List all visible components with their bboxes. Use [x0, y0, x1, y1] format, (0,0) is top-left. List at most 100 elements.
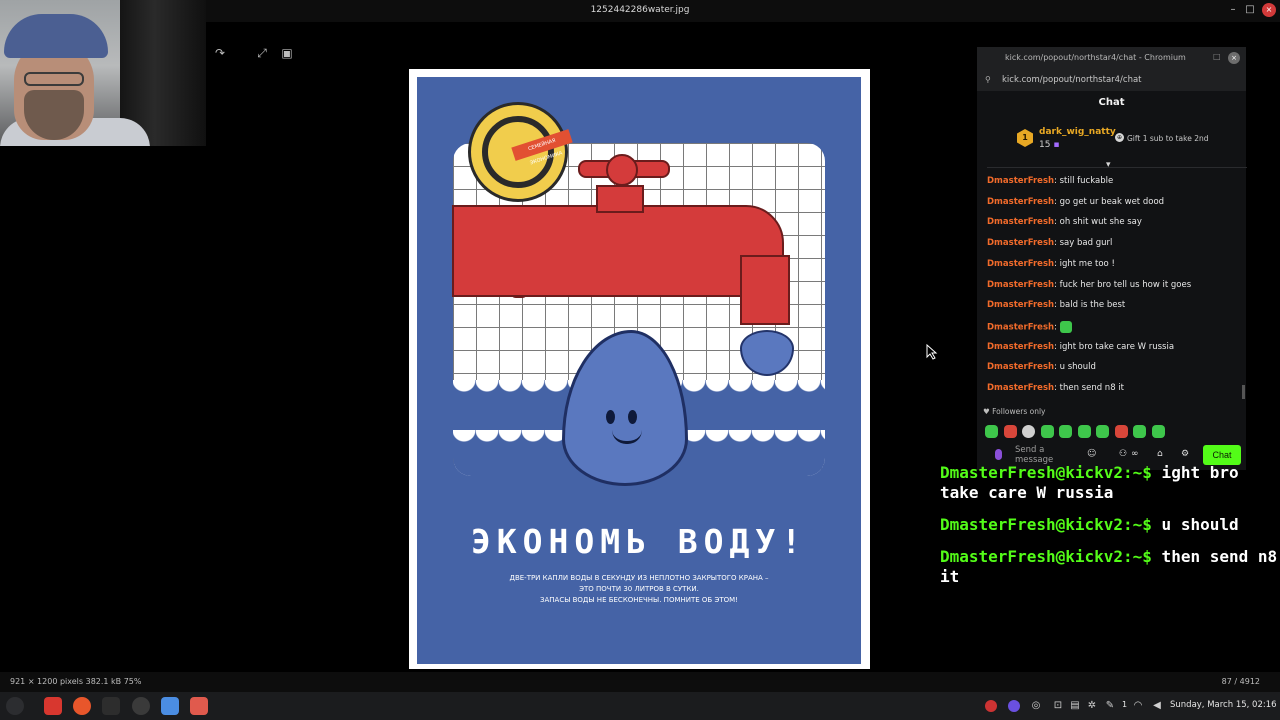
menu-icon[interactable] — [6, 697, 24, 715]
message-text: : ight bro take care W russia — [1054, 341, 1175, 352]
chat-message[interactable]: DmasterFresh: ight bro take care W russi… — [987, 342, 1174, 358]
files-icon[interactable] — [44, 697, 62, 715]
gift-sub-icon: ⊕ — [1115, 133, 1124, 142]
browser-icon[interactable] — [73, 697, 91, 715]
chat-message[interactable]: DmasterFresh: say bad gurl — [987, 238, 1112, 254]
maximize-icon[interactable]: □ — [1243, 3, 1257, 17]
followers-only-label: Followers only — [992, 407, 1046, 416]
volume-icon[interactable]: ◀ — [1151, 700, 1163, 712]
page-counter: 87 / 4912 — [1221, 677, 1260, 686]
chat-message[interactable]: DmasterFresh: go get ur beak wet dood — [987, 197, 1164, 213]
chat-minimize-icon[interactable]: □ — [1213, 52, 1223, 62]
emote-icon[interactable] — [1003, 425, 1017, 438]
clock[interactable]: Sunday, March 15, 02:16 — [1170, 700, 1277, 710]
tap-knob — [606, 154, 638, 186]
screen: { "viewer": { "title": "1252442286water.… — [0, 0, 1280, 720]
message-username[interactable]: DmasterFresh — [987, 300, 1054, 310]
discord-icon[interactable] — [1008, 700, 1020, 712]
message-username[interactable]: DmasterFresh — [987, 238, 1054, 248]
emoji-icon[interactable]: ☺ — [1087, 449, 1096, 459]
minimize-icon[interactable]: – — [1226, 3, 1240, 17]
chat-popout-window: kick.com/popout/northstar4/chat - Chromi… — [977, 47, 1247, 470]
message-username[interactable]: DmasterFresh — [987, 280, 1054, 290]
emote-icon[interactable] — [985, 425, 998, 438]
bag-icon[interactable]: ⊡ — [1052, 700, 1064, 712]
leader-count: 15 ▪ — [1039, 140, 1059, 150]
message-text: : fuck her bro tell us how it goes — [1054, 279, 1192, 290]
terminal-prompt: DmasterFresh@kickv2:~$ — [940, 547, 1152, 566]
record-icon[interactable] — [985, 700, 997, 712]
emote-icon[interactable] — [1114, 425, 1128, 438]
store-icon[interactable]: ⌂ — [1157, 449, 1163, 459]
settings-tray-icon[interactable]: ✲ — [1086, 700, 1098, 712]
chat-message[interactable]: DmasterFresh: u should — [987, 362, 1096, 378]
obs-icon[interactable] — [132, 697, 150, 715]
close-icon[interactable]: × — [1262, 3, 1276, 17]
mouse-cursor-icon — [926, 344, 938, 360]
terminal-line: DmasterFresh@kickv2:~$ ight bro take car… — [940, 463, 1280, 503]
poster-heading: ЭКОНОМЬ ВОДУ! — [470, 522, 808, 561]
gift-icon: ▪ — [1053, 140, 1060, 150]
image-viewer-icon[interactable] — [190, 697, 208, 715]
emote-icon[interactable] — [1133, 425, 1146, 438]
message-username[interactable]: DmasterFresh — [987, 342, 1054, 352]
chat-message[interactable]: DmasterFresh: bald is the best — [987, 300, 1125, 316]
notification-count: 1 — [1122, 700, 1128, 709]
chromium-icon[interactable] — [161, 697, 179, 715]
message-username[interactable]: DmasterFresh — [987, 197, 1054, 207]
chat-message[interactable]: DmasterFresh: ight me too ! — [987, 259, 1115, 275]
message-username[interactable]: DmasterFresh — [987, 217, 1054, 227]
message-username[interactable]: DmasterFresh — [987, 383, 1054, 393]
terminal-line: DmasterFresh@kickv2:~$ u should — [940, 515, 1280, 535]
image-info: 921 × 1200 pixels 382.1 kB 75% — [10, 677, 142, 686]
message-text: : ight me too ! — [1054, 258, 1115, 269]
chat-titlebar: kick.com/popout/northstar4/chat - Chromi… — [977, 47, 1246, 69]
chat-header: Chat — [1098, 97, 1125, 108]
chat-message[interactable]: DmasterFresh: fuck her bro tell us how i… — [987, 280, 1191, 296]
emote-icon[interactable] — [1077, 425, 1091, 438]
emote-icon[interactable] — [1040, 425, 1054, 438]
terminal-prompt: DmasterFresh@kickv2:~$ — [940, 515, 1152, 534]
rotate-icon[interactable]: ↷ — [212, 45, 228, 61]
leader-count-value: 15 — [1039, 140, 1051, 150]
chat-message[interactable]: DmasterFresh: oh shit wut she say — [987, 217, 1142, 233]
chat-url[interactable]: kick.com/popout/northstar4/chat — [1002, 75, 1142, 85]
gear-icon[interactable]: ⚙ — [1181, 449, 1189, 459]
message-username[interactable]: DmasterFresh — [987, 322, 1054, 332]
notification-icon[interactable]: ✎ — [1104, 700, 1116, 712]
mic-icon[interactable] — [995, 449, 1002, 460]
chat-scrollbar[interactable] — [1242, 385, 1245, 399]
emote-icon[interactable] — [1022, 425, 1035, 438]
site-settings-icon[interactable]: ⚲ — [985, 75, 991, 84]
message-username[interactable]: DmasterFresh — [987, 259, 1054, 269]
wifi-icon[interactable]: ◠ — [1132, 700, 1144, 712]
steam-icon[interactable]: ◎ — [1030, 700, 1042, 712]
rank-medal-icon: 1 — [1017, 129, 1033, 147]
tap-body — [452, 205, 784, 297]
chat-input[interactable]: Send a message — [1015, 445, 1085, 465]
chat-message[interactable]: DmasterFresh: — [987, 320, 1072, 337]
chat-address-bar[interactable]: ⚲ kick.com/popout/northstar4/chat — [977, 69, 1246, 91]
chat-close-icon[interactable]: × — [1228, 52, 1240, 64]
leader-username[interactable]: dark_wig_natty — [1039, 127, 1116, 137]
message-username[interactable]: DmasterFresh — [987, 176, 1054, 186]
slideshow-icon[interactable]: ▣ — [279, 45, 295, 61]
terminal-text: u should — [1151, 515, 1239, 534]
collapse-pin-icon[interactable]: ▾ — [1106, 160, 1111, 170]
message-text: : then send n8 it — [1054, 383, 1125, 393]
chat-message[interactable]: DmasterFresh: still fuckable — [987, 176, 1113, 192]
emote-icon[interactable] — [1151, 425, 1165, 438]
emote-icon[interactable] — [1059, 425, 1072, 438]
terminal-icon[interactable] — [102, 697, 120, 715]
emote-icon[interactable] — [1096, 425, 1109, 438]
fullscreen-icon[interactable]: ⤢ — [254, 45, 270, 61]
send-chat-button[interactable]: Chat — [1203, 445, 1241, 465]
message-username[interactable]: DmasterFresh — [987, 362, 1054, 372]
users-icon[interactable]: ⚇ — [1119, 449, 1127, 459]
pinned-leaderboard[interactable]: 1 dark_wig_natty 15 ▪ ⊕ Gift 1 sub to ta… — [977, 117, 1246, 165]
poster-caption-line: ЗАПАСЫ ВОДЫ НЕ БЕСКОНЕЧНЫ. ПОМНИТЕ ОБ ЭТ… — [540, 596, 738, 604]
chat-message[interactable]: DmasterFresh: then send n8 it — [987, 383, 1124, 399]
clipboard-icon[interactable]: ▤ — [1069, 700, 1081, 712]
infinity-icon[interactable]: ∞ — [1131, 449, 1139, 459]
gift-sub-text[interactable]: Gift 1 sub to take 2nd — [1127, 134, 1209, 143]
